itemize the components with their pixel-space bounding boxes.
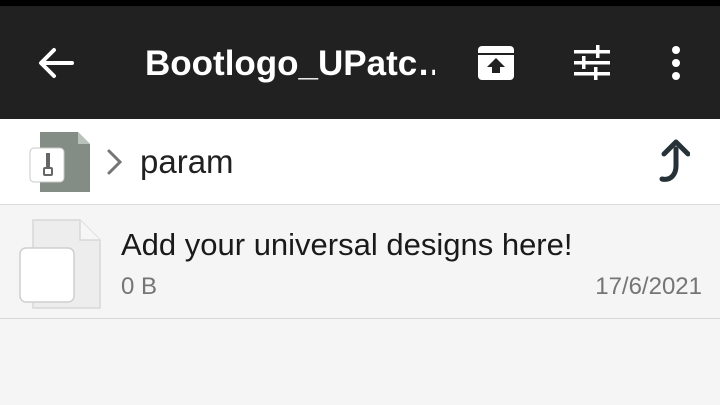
file-date: 17/6/2021 <box>595 273 702 300</box>
back-button[interactable] <box>32 41 80 85</box>
file-icon <box>18 218 102 310</box>
breadcrumb: param <box>0 119 720 205</box>
extract-button[interactable] <box>471 38 521 88</box>
more-vert-icon <box>672 46 680 80</box>
file-size: 0 B <box>121 273 158 300</box>
app-toolbar: Bootlogo_UPatc… <box>0 6 720 119</box>
zip-archive-icon <box>29 132 90 192</box>
tune-icon <box>574 45 610 80</box>
arrow-left-icon <box>39 48 74 78</box>
chevron-right-icon <box>104 147 126 177</box>
file-name: Add your universal designs here! <box>121 227 573 262</box>
level-up-icon <box>659 139 690 182</box>
parent-folder-button[interactable] <box>648 137 698 187</box>
filter-button[interactable] <box>567 38 617 88</box>
breadcrumb-current[interactable]: param <box>140 141 234 183</box>
more-options-button[interactable] <box>651 38 701 88</box>
page-title: Bootlogo_UPatc… <box>145 44 435 83</box>
extract-icon <box>478 46 514 80</box>
list-empty-area <box>0 320 720 405</box>
list-item[interactable]: Add your universal designs here! 0 B 17/… <box>0 206 720 319</box>
archive-root-button[interactable] <box>28 130 92 194</box>
